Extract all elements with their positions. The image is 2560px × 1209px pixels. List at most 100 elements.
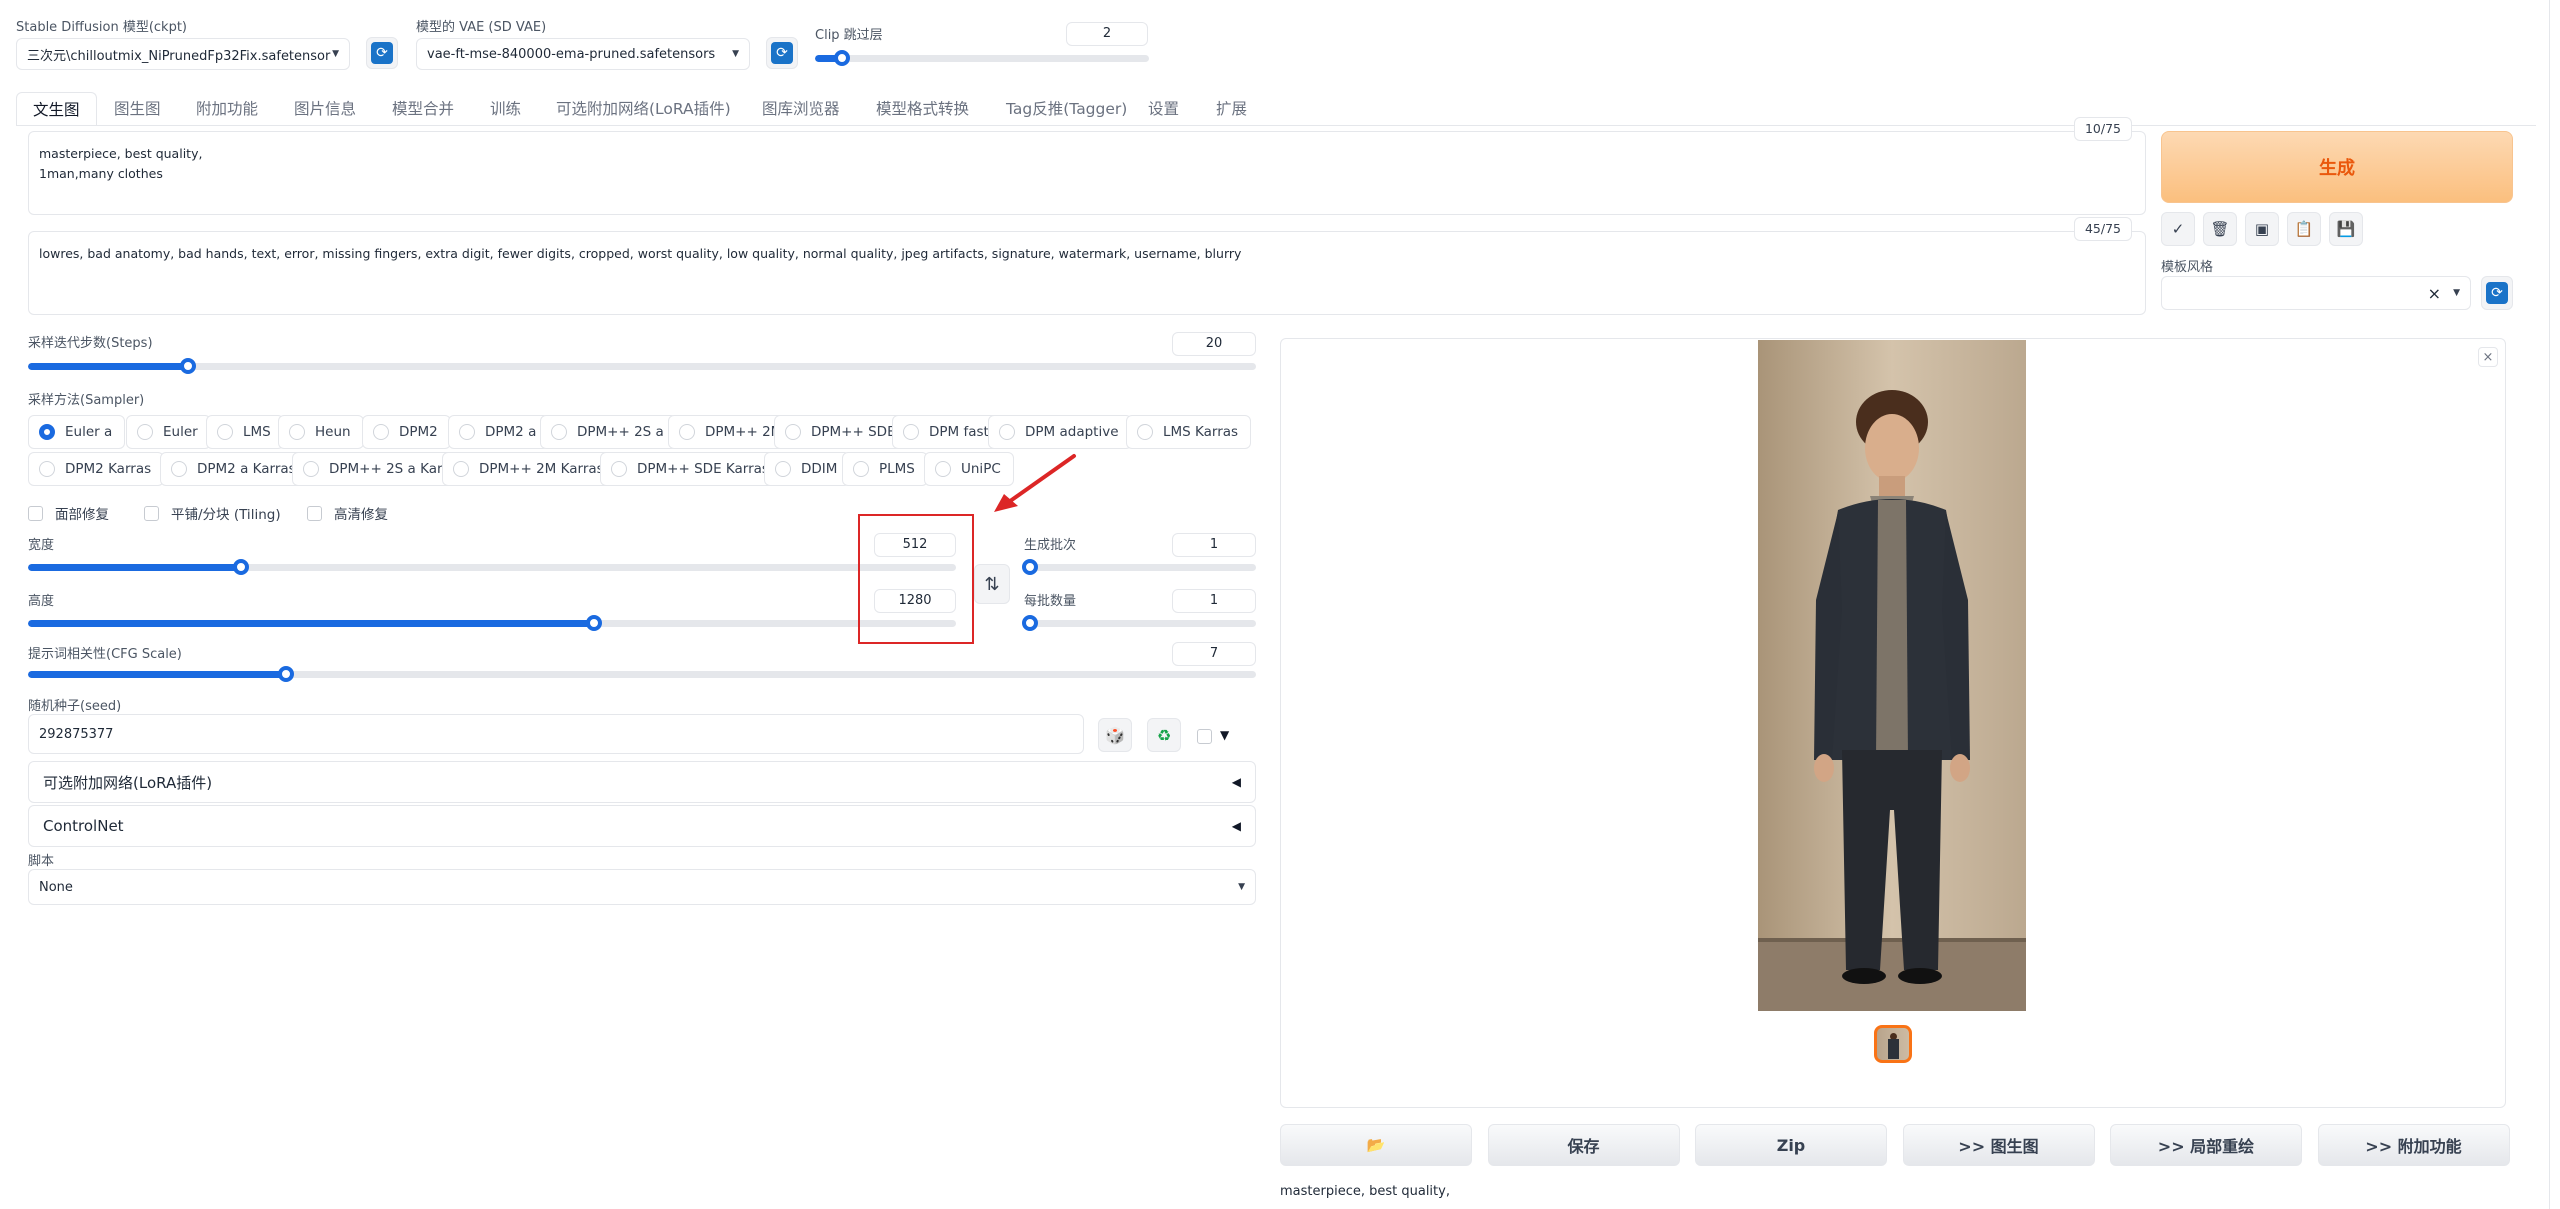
radio-dot[interactable] bbox=[853, 461, 869, 477]
tab-11[interactable]: 扩展 bbox=[1216, 92, 1247, 126]
face-restore-checkbox[interactable]: 面部修复 bbox=[28, 503, 109, 523]
clip-number-input[interactable]: 2 bbox=[1066, 22, 1148, 46]
width-slider-thumb[interactable] bbox=[233, 559, 249, 575]
ckpt-select[interactable]: 三次元\chilloutmix_NiPrunedFp32Fix.safetens… bbox=[16, 38, 350, 70]
clip-slider-thumb[interactable] bbox=[834, 50, 850, 66]
radio-dot[interactable] bbox=[453, 461, 469, 477]
radio-dot[interactable] bbox=[935, 461, 951, 477]
tool-button-4[interactable]: 💾 bbox=[2329, 212, 2363, 246]
tab-10[interactable]: 设置 bbox=[1148, 92, 1179, 126]
output-action-button-5[interactable]: >> 附加功能 bbox=[2317, 1124, 2510, 1166]
style-select[interactable]: × ▼ bbox=[2161, 276, 2471, 310]
output-action-button-4[interactable]: >> 局部重绘 bbox=[2110, 1124, 2302, 1166]
radio-dot[interactable] bbox=[217, 424, 233, 440]
cfg-slider-thumb[interactable] bbox=[278, 666, 294, 682]
gallery-thumbnail[interactable] bbox=[1874, 1025, 1912, 1063]
radio-dot[interactable] bbox=[373, 424, 389, 440]
radio-dot[interactable] bbox=[303, 461, 319, 477]
batch-count-input[interactable]: 1 bbox=[1172, 533, 1256, 557]
height-slider-thumb[interactable] bbox=[586, 615, 602, 631]
sampler-option[interactable]: Euler bbox=[126, 415, 211, 449]
sampler-option[interactable]: Euler a bbox=[28, 415, 126, 449]
tab-5[interactable]: 训练 bbox=[490, 92, 521, 126]
batch-count-slider-thumb[interactable] bbox=[1022, 559, 1038, 575]
radio-dot[interactable] bbox=[39, 461, 55, 477]
sampler-option[interactable]: DPM++ SDE bbox=[774, 415, 909, 449]
tool-button-2[interactable]: ▣ bbox=[2245, 212, 2279, 246]
radio-dot[interactable] bbox=[137, 424, 153, 440]
radio-dot[interactable] bbox=[171, 461, 187, 477]
lora-accordion[interactable]: 可选附加网络(LoRA插件) ◀ bbox=[28, 761, 1256, 803]
scrollbar-track[interactable] bbox=[2549, 0, 2550, 1209]
radio-dot[interactable] bbox=[1137, 424, 1153, 440]
clear-icon[interactable]: × bbox=[2428, 284, 2441, 303]
tab-0[interactable]: 文生图 bbox=[16, 92, 97, 126]
generate-button[interactable]: 生成 bbox=[2161, 131, 2513, 203]
sampler-option[interactable]: DPM++ SDE Karras bbox=[600, 452, 782, 486]
extra-seed-toggle-icon[interactable]: ▼ bbox=[1220, 728, 1229, 742]
negative-prompt-textarea[interactable]: lowres, bad anatomy, bad hands, text, er… bbox=[28, 231, 2146, 315]
sampler-option[interactable]: DPM2 a bbox=[448, 415, 550, 449]
tab-9[interactable]: Tag反推(Tagger) bbox=[1006, 92, 1127, 126]
script-select[interactable]: None ▼ bbox=[28, 869, 1256, 905]
output-action-button-0[interactable]: 📂 bbox=[1280, 1124, 1472, 1166]
batch-size-input[interactable]: 1 bbox=[1172, 589, 1256, 613]
checkbox-box[interactable] bbox=[307, 505, 322, 521]
tool-button-3[interactable]: 📋 bbox=[2287, 212, 2321, 246]
tiling-checkbox[interactable]: 平铺/分块 (Tiling) bbox=[144, 503, 281, 523]
batch-size-slider[interactable] bbox=[1022, 615, 1256, 631]
tab-7[interactable]: 图库浏览器 bbox=[762, 92, 840, 126]
controlnet-accordion[interactable]: ControlNet ◀ bbox=[28, 805, 1256, 847]
prompt-textarea[interactable]: masterpiece, best quality, 1man,many clo… bbox=[28, 131, 2146, 215]
checkbox-box[interactable] bbox=[144, 505, 159, 521]
ckpt-refresh-button[interactable]: ⟳ bbox=[366, 37, 398, 69]
tool-button-1[interactable]: 🗑 bbox=[2203, 212, 2237, 246]
seed-input[interactable]: 292875377 bbox=[28, 714, 1084, 754]
style-refresh-button[interactable]: ⟳ bbox=[2481, 276, 2513, 310]
sampler-option[interactable]: DPM++ 2M Karras bbox=[442, 452, 617, 486]
sampler-option[interactable]: PLMS bbox=[842, 452, 928, 486]
radio-dot[interactable] bbox=[551, 424, 567, 440]
sampler-option[interactable]: DDIM bbox=[764, 452, 851, 486]
output-action-button-1[interactable]: 保存 bbox=[1487, 1124, 1680, 1166]
hires-fix-checkbox[interactable]: 高清修复 bbox=[307, 503, 388, 523]
generated-image[interactable] bbox=[1758, 340, 2026, 1011]
width-slider[interactable] bbox=[28, 559, 956, 575]
steps-slider[interactable] bbox=[28, 358, 1256, 374]
tab-3[interactable]: 图片信息 bbox=[294, 92, 356, 126]
steps-number-input[interactable]: 20 bbox=[1172, 332, 1256, 356]
radio-dot[interactable] bbox=[775, 461, 791, 477]
sampler-option[interactable]: DPM2 Karras bbox=[28, 452, 165, 486]
batch-size-slider-thumb[interactable] bbox=[1022, 615, 1038, 631]
radio-dot[interactable] bbox=[785, 424, 801, 440]
radio-dot[interactable] bbox=[679, 424, 695, 440]
extra-seed-checkbox[interactable] bbox=[1197, 729, 1212, 744]
clip-slider[interactable] bbox=[815, 50, 1149, 66]
vae-refresh-button[interactable]: ⟳ bbox=[766, 37, 798, 69]
steps-slider-thumb[interactable] bbox=[180, 358, 196, 374]
radio-dot[interactable] bbox=[289, 424, 305, 440]
sampler-option[interactable]: DPM adaptive bbox=[988, 415, 1132, 449]
radio-dot[interactable] bbox=[999, 424, 1015, 440]
tab-8[interactable]: 模型格式转换 bbox=[876, 92, 969, 126]
batch-count-slider[interactable] bbox=[1022, 559, 1256, 575]
radio-dot[interactable] bbox=[459, 424, 475, 440]
tab-2[interactable]: 附加功能 bbox=[196, 92, 258, 126]
height-slider[interactable] bbox=[28, 615, 956, 631]
tool-button-0[interactable]: ✓ bbox=[2161, 212, 2195, 246]
tab-4[interactable]: 模型合并 bbox=[392, 92, 454, 126]
sampler-option[interactable]: DPM++ 2S a bbox=[540, 415, 677, 449]
vae-select[interactable]: vae-ft-mse-840000-ema-pruned.safetensors… bbox=[416, 38, 750, 70]
output-action-button-2[interactable]: Zip bbox=[1695, 1124, 1887, 1166]
checkbox-box[interactable] bbox=[28, 505, 43, 521]
reuse-seed-button[interactable]: ♻ bbox=[1147, 718, 1181, 752]
sampler-option[interactable]: DPM2 a Karras bbox=[160, 452, 309, 486]
output-action-button-3[interactable]: >> 图生图 bbox=[1902, 1124, 2095, 1166]
random-seed-button[interactable]: 🎲 bbox=[1098, 718, 1132, 752]
cfg-slider[interactable] bbox=[28, 666, 1256, 682]
tab-6[interactable]: 可选附加网络(LoRA插件) bbox=[556, 92, 731, 126]
sampler-option[interactable]: DPM fast bbox=[892, 415, 1002, 449]
swap-dimensions-button[interactable]: ⇅ bbox=[974, 564, 1010, 604]
sampler-option[interactable]: LMS bbox=[206, 415, 284, 449]
sampler-option[interactable]: Heun bbox=[278, 415, 364, 449]
